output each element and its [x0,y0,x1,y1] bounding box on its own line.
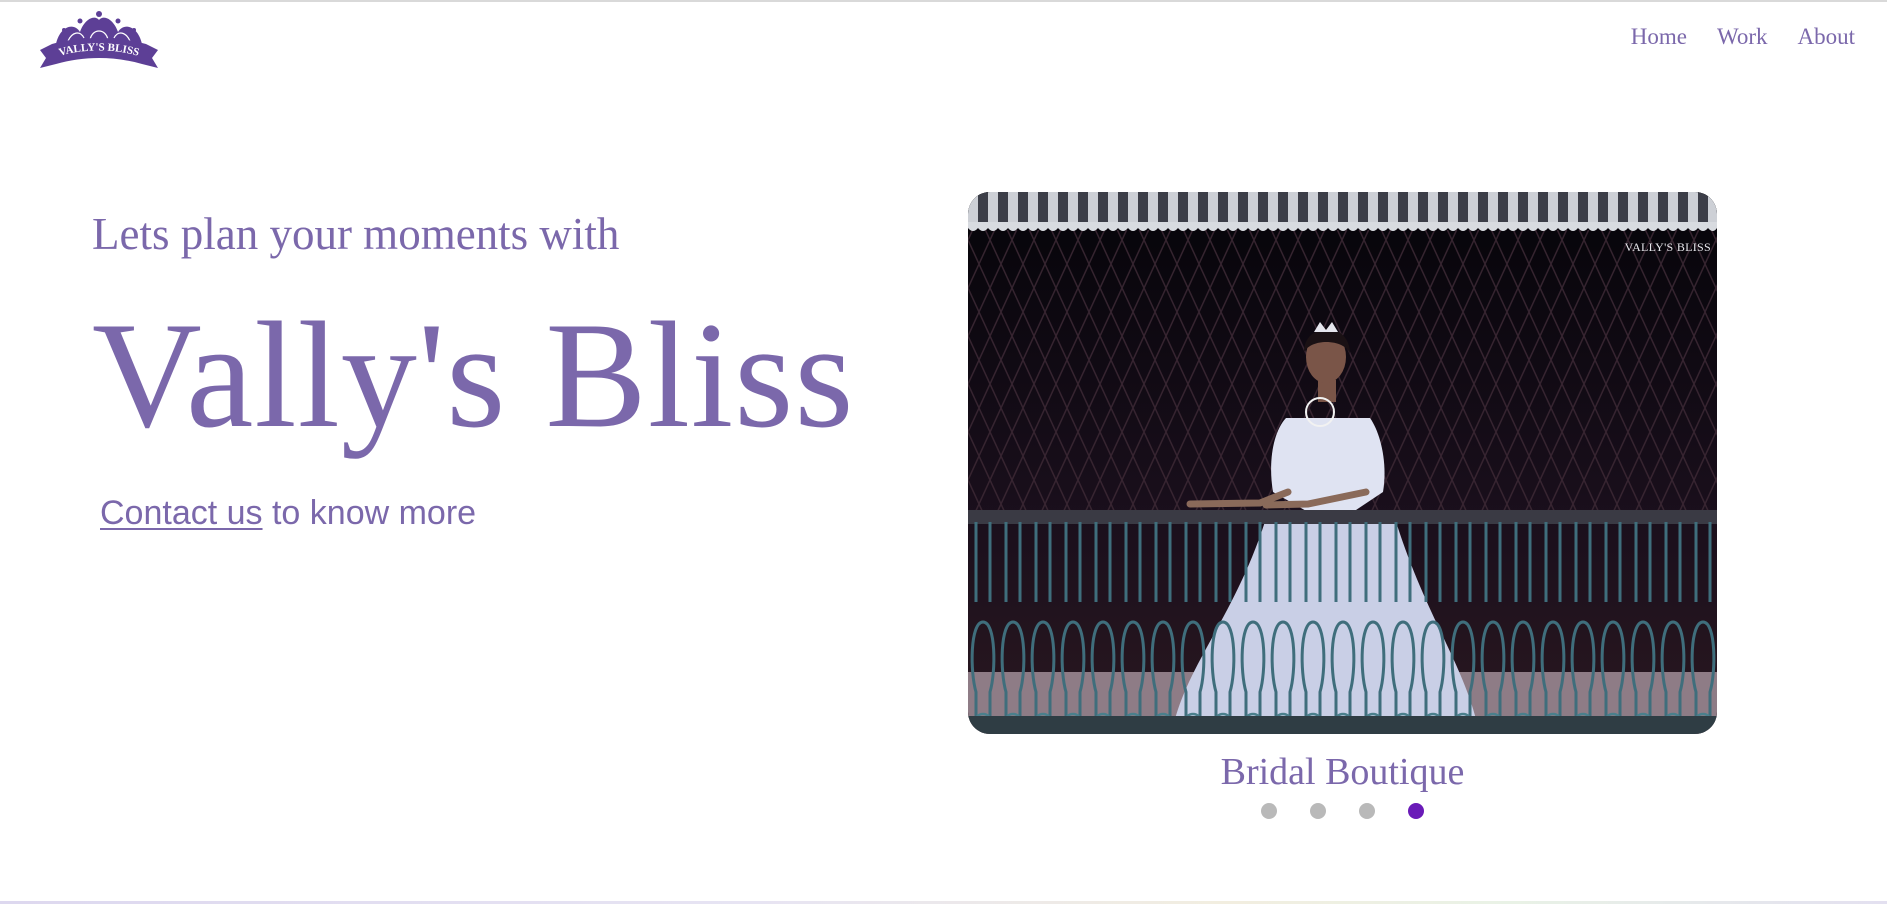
nav-home[interactable]: Home [1631,24,1687,50]
nav-about[interactable]: About [1798,24,1856,50]
bride-balcony-photo [968,192,1717,734]
slider-dot-3[interactable] [1359,803,1375,819]
hero-tagline: Lets plan your moments with [92,209,620,259]
slider-dot-2[interactable] [1310,803,1326,819]
hero-brand-title: Vally's Bliss [92,291,855,459]
hero-cta: Contact us to know more [100,493,476,533]
slider-dots [1261,803,1424,819]
slide-image: VALLY'S BLISS [968,192,1717,734]
slider-dot-1[interactable] [1261,803,1277,819]
slide-caption: Bridal Boutique [1220,751,1465,793]
top-border [0,0,1887,2]
bottom-border [0,901,1887,904]
photo-watermark: VALLY'S BLISS [1624,240,1711,254]
nav-work[interactable]: Work [1717,24,1768,50]
cta-text: to know more [262,494,477,532]
logo[interactable]: VALLY'S BLISS [34,8,164,74]
contact-us-link[interactable]: Contact us [100,494,263,532]
slider-dot-4[interactable] [1408,803,1424,819]
main-nav: Home Work About [1631,24,1855,50]
crown-logo-icon: VALLY'S BLISS [40,11,158,68]
